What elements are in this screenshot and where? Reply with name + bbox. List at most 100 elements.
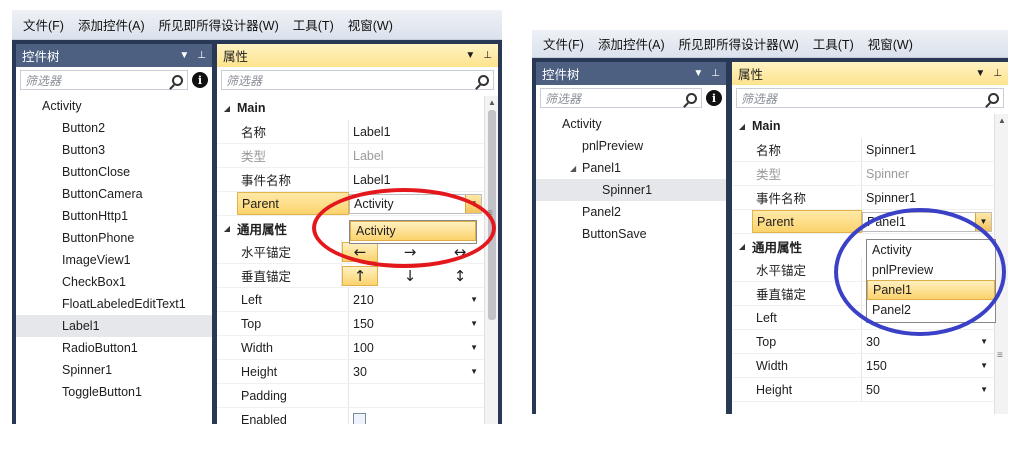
property-category[interactable]: ◢ Main <box>217 96 484 120</box>
scroll-up-icon[interactable]: ▲ <box>488 98 496 107</box>
tree-filter-input[interactable]: 筛选器 <box>540 88 702 108</box>
tree-item[interactable]: RadioButton1 <box>16 337 212 359</box>
tree-item[interactable]: pnlPreview <box>536 135 726 157</box>
chevron-down-icon[interactable]: ▼ <box>470 343 478 352</box>
dropdown-icon[interactable]: ▼ <box>465 50 475 61</box>
tree-item[interactable]: Spinner1 <box>536 179 726 201</box>
property-value[interactable]: 150 ▼ <box>349 312 484 335</box>
tree-item[interactable]: Activity <box>536 113 726 135</box>
collapse-arrow-icon[interactable]: ◢ <box>217 104 237 113</box>
property-grid-scrollbar[interactable]: ▲ ≡ <box>484 96 498 424</box>
property-row[interactable]: Parent Panel1 ▼ <box>732 210 994 234</box>
property-row[interactable]: Left 210 ▼ <box>217 288 484 312</box>
tree-item[interactable]: ButtonCamera <box>16 183 212 205</box>
tree-item[interactable]: ButtonSave <box>536 223 726 245</box>
property-row[interactable]: Padding <box>217 384 484 408</box>
dropdown-option[interactable]: Activity <box>350 221 476 241</box>
menu-item[interactable]: 所见即所得设计器(W) <box>152 15 286 34</box>
menu-item[interactable]: 文件(F) <box>536 34 591 53</box>
property-value[interactable]: 100 ▼ <box>349 336 484 359</box>
property-row[interactable]: 类型 Label <box>217 144 484 168</box>
property-row[interactable]: 事件名称 Label1 <box>217 168 484 192</box>
property-grid-scrollbar[interactable]: ▲ ≡ <box>994 114 1008 414</box>
property-value[interactable]: 50 ▼ <box>862 378 994 401</box>
property-row[interactable]: 事件名称 Spinner1 <box>732 186 994 210</box>
property-value[interactable] <box>349 408 484 424</box>
tree-item[interactable]: ButtonHttp1 <box>16 205 212 227</box>
dropdown-icon[interactable]: ▼ <box>179 50 189 61</box>
tree-item[interactable]: FloatLabeledEditText1 <box>16 293 212 315</box>
tree-item[interactable]: Panel2 <box>536 201 726 223</box>
dropdown-option[interactable]: Activity <box>867 240 995 260</box>
anchor-arrow-button[interactable]: ↓ <box>392 266 428 286</box>
chevron-down-icon[interactable]: ▼ <box>465 194 481 213</box>
property-row[interactable]: 名称 Label1 <box>217 120 484 144</box>
property-row[interactable]: Parent Activity ▼ <box>217 192 484 216</box>
property-row[interactable]: Enabled <box>217 408 484 424</box>
tree-item[interactable]: ToggleButton1 <box>16 381 212 403</box>
pin-icon[interactable]: ⊥ <box>197 50 206 61</box>
chevron-down-icon[interactable]: ▼ <box>980 361 988 370</box>
tree-filter-input[interactable]: 筛选器 <box>20 70 188 90</box>
menu-item[interactable]: 视窗(W) <box>861 34 920 53</box>
tree-item[interactable]: Button3 <box>16 139 212 161</box>
property-value[interactable]: Spinner1 <box>862 138 994 161</box>
search-icon[interactable] <box>988 92 999 104</box>
checkbox[interactable] <box>353 413 366 424</box>
anchor-arrow-button[interactable]: ↑ <box>342 265 378 286</box>
anchor-arrow-button[interactable]: → <box>392 242 428 262</box>
property-row[interactable]: Height 50 ▼ <box>732 378 994 402</box>
pin-icon[interactable]: ⊥ <box>483 50 492 61</box>
property-row[interactable]: Width 150 ▼ <box>732 354 994 378</box>
tree-item[interactable]: ImageView1 <box>16 249 212 271</box>
property-value[interactable]: Label1 <box>349 168 484 191</box>
dropdown-option[interactable]: pnlPreview <box>867 260 995 280</box>
property-value[interactable]: 150 ▼ <box>862 354 994 377</box>
search-icon[interactable] <box>172 74 183 86</box>
props-filter-input[interactable]: 筛选器 <box>221 70 494 90</box>
search-icon[interactable] <box>478 74 489 86</box>
collapse-arrow-icon[interactable]: ◢ <box>732 242 752 251</box>
menu-item[interactable]: 视窗(W) <box>341 15 400 34</box>
anchor-arrow-button[interactable]: ← <box>342 241 378 262</box>
chevron-down-icon[interactable]: ▼ <box>975 212 991 231</box>
tree-item[interactable]: CheckBox1 <box>16 271 212 293</box>
property-row[interactable]: Width 100 ▼ <box>217 336 484 360</box>
menu-item[interactable]: 工具(T) <box>286 15 341 34</box>
property-row[interactable]: 垂直锚定 ↑ ↓ ↕ <box>217 264 484 288</box>
chevron-down-icon[interactable]: ▼ <box>980 385 988 394</box>
info-icon[interactable]: i <box>706 90 722 106</box>
tree-item[interactable]: ◢ Panel1 <box>536 157 726 179</box>
expand-arrow-icon[interactable]: ◢ <box>570 164 582 173</box>
property-value[interactable]: 30 ▼ <box>349 360 484 383</box>
property-category[interactable]: ◢ Main <box>732 114 994 138</box>
dropdown-icon[interactable]: ▼ <box>975 68 985 79</box>
dropdown-option[interactable]: Panel2 <box>867 300 995 320</box>
tree-item[interactable]: ButtonClose <box>16 161 212 183</box>
tree-item[interactable]: Activity <box>16 95 212 117</box>
collapse-arrow-icon[interactable]: ◢ <box>732 122 752 131</box>
property-value[interactable]: Label1 <box>349 120 484 143</box>
scroll-up-icon[interactable]: ▲ <box>998 116 1006 125</box>
property-row[interactable]: Top 30 ▼ <box>732 330 994 354</box>
chevron-down-icon[interactable]: ▼ <box>470 295 478 304</box>
property-value[interactable]: Spinner1 <box>862 186 994 209</box>
property-value[interactable]: Panel1 ▼ <box>862 211 992 232</box>
property-value[interactable]: 210 ▼ <box>349 288 484 311</box>
tree-item[interactable]: Label1 <box>16 315 212 337</box>
menu-item[interactable]: 添加控件(A) <box>591 34 672 53</box>
property-row[interactable]: Height 30 ▼ <box>217 360 484 384</box>
anchor-arrow-button[interactable]: ↔ <box>442 242 478 262</box>
chevron-down-icon[interactable]: ▼ <box>470 319 478 328</box>
search-icon[interactable] <box>686 92 697 104</box>
chevron-down-icon[interactable]: ▼ <box>470 367 478 376</box>
info-icon[interactable]: i <box>192 72 208 88</box>
anchor-arrow-button[interactable]: ↕ <box>442 266 478 286</box>
menu-item[interactable]: 添加控件(A) <box>71 15 152 34</box>
tree-item[interactable]: ButtonPhone <box>16 227 212 249</box>
property-row[interactable]: 名称 Spinner1 <box>732 138 994 162</box>
pin-icon[interactable]: ⊥ <box>711 68 720 79</box>
collapse-arrow-icon[interactable]: ◢ <box>217 224 237 233</box>
tree-item[interactable]: Spinner1 <box>16 359 212 381</box>
property-value[interactable] <box>349 384 484 407</box>
